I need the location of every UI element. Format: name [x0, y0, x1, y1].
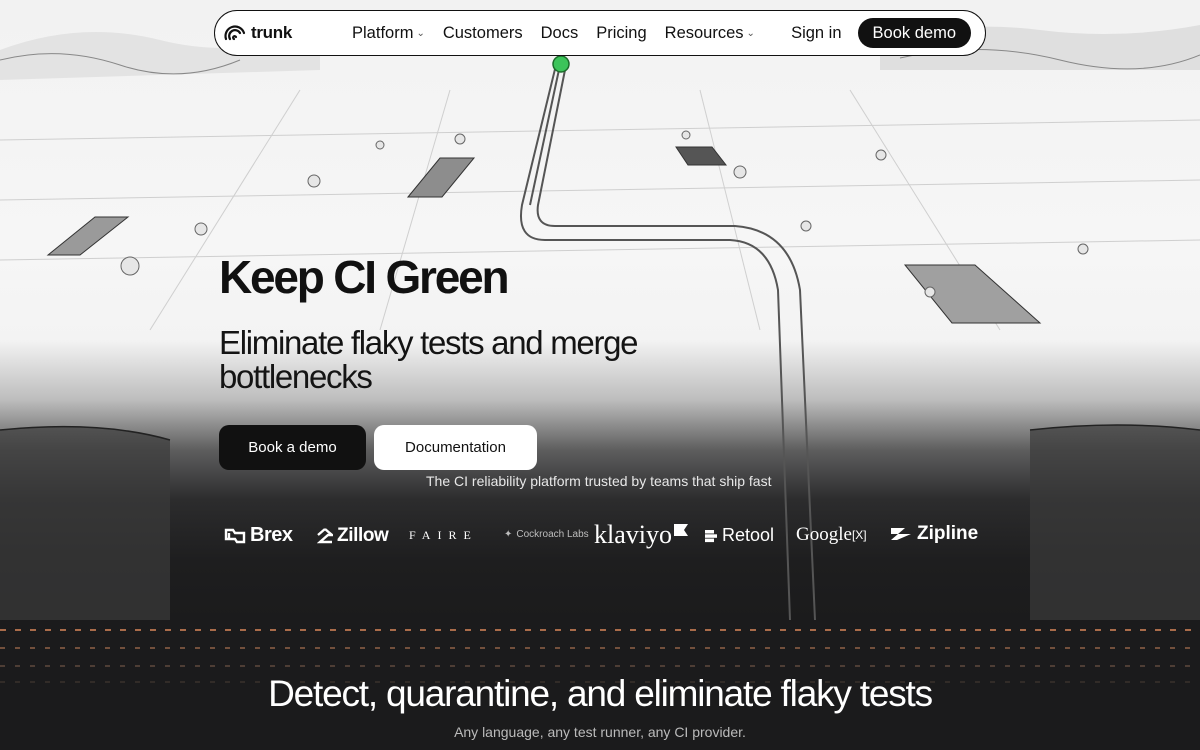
brex-logo-text: Brex [250, 524, 293, 546]
zillow-logo-text: Zillow [337, 525, 389, 546]
klaviyo-flag-icon [674, 524, 688, 536]
brand-name: trunk [251, 23, 293, 42]
hero-subtitle: Eliminate flaky tests and merge bottlene… [219, 324, 639, 395]
customer-logo-strip: Brex Zillow FAIRE ✦ Cockroach Labs klavi… [222, 518, 982, 554]
retool-logo-text: Retool [722, 525, 775, 545]
google-x-suffix: [X] [851, 528, 867, 542]
nav-item-label: Customers [442, 23, 523, 42]
nav-item-label: Docs [540, 23, 579, 42]
nav-item-customers[interactable]: Customers [443, 24, 523, 43]
section-title: Detect, quarantine, and eliminate flaky … [268, 673, 933, 714]
retool-logo: Retool [704, 525, 774, 546]
faire-logo: FAIRE [409, 528, 478, 543]
zipline-logo-icon [891, 528, 911, 540]
google-x-logo: Google [X] [796, 524, 867, 546]
nav-item-label: Resources [664, 23, 744, 42]
klaviyo-logo-text: klaviyo [594, 520, 672, 549]
zillow-logo: Zillow [317, 525, 389, 547]
trusted-by-text: The CI reliability platform trusted by t… [426, 473, 772, 489]
zipline-logo-text: Zipline [917, 523, 979, 544]
chevron-down-icon: ⌄ [416, 27, 425, 39]
cockroach-labs-logo-text: Cockroach Labs [516, 529, 589, 540]
hero-title: Keep CI Green [219, 251, 510, 303]
sign-in-link[interactable]: Sign in [791, 24, 841, 43]
book-a-demo-button[interactable]: Book a demo [219, 425, 366, 470]
retool-logo-icon [705, 529, 717, 542]
cockroach-labs-logo: ✦ Cockroach Labs [504, 529, 589, 540]
section-subtitle: Any language, any test runner, any CI pr… [454, 724, 746, 740]
zillow-logo-icon [317, 528, 333, 544]
trunk-logo-icon [224, 25, 246, 41]
google-logo-text: Google [796, 524, 852, 545]
klaviyo-logo: klaviyo [594, 520, 688, 550]
nav-item-label: Platform [352, 23, 414, 42]
chevron-down-icon: ⌄ [746, 27, 755, 39]
book-demo-nav-button[interactable]: Book demo [857, 18, 971, 48]
brand-logo[interactable]: trunk [223, 21, 292, 45]
zipline-logo: Zipline [889, 523, 978, 545]
top-navbar: trunk Platform ⌄ Customers Docs Pricing … [214, 10, 986, 56]
cockroach-icon: ✦ [504, 529, 513, 540]
faire-logo-text: FAIRE [409, 528, 478, 542]
brex-logo-icon [224, 528, 246, 543]
nav-item-docs[interactable]: Docs [541, 24, 579, 43]
nav-item-pricing[interactable]: Pricing [596, 24, 646, 43]
nav-item-platform[interactable]: Platform ⌄ [352, 24, 425, 43]
nav-item-resources[interactable]: Resources ⌄ [665, 24, 755, 43]
nav-links: Platform ⌄ Customers Docs Pricing Resour… [352, 24, 791, 43]
nav-item-label: Pricing [596, 23, 647, 42]
brex-logo: Brex [224, 524, 293, 547]
documentation-button[interactable]: Documentation [374, 425, 537, 470]
